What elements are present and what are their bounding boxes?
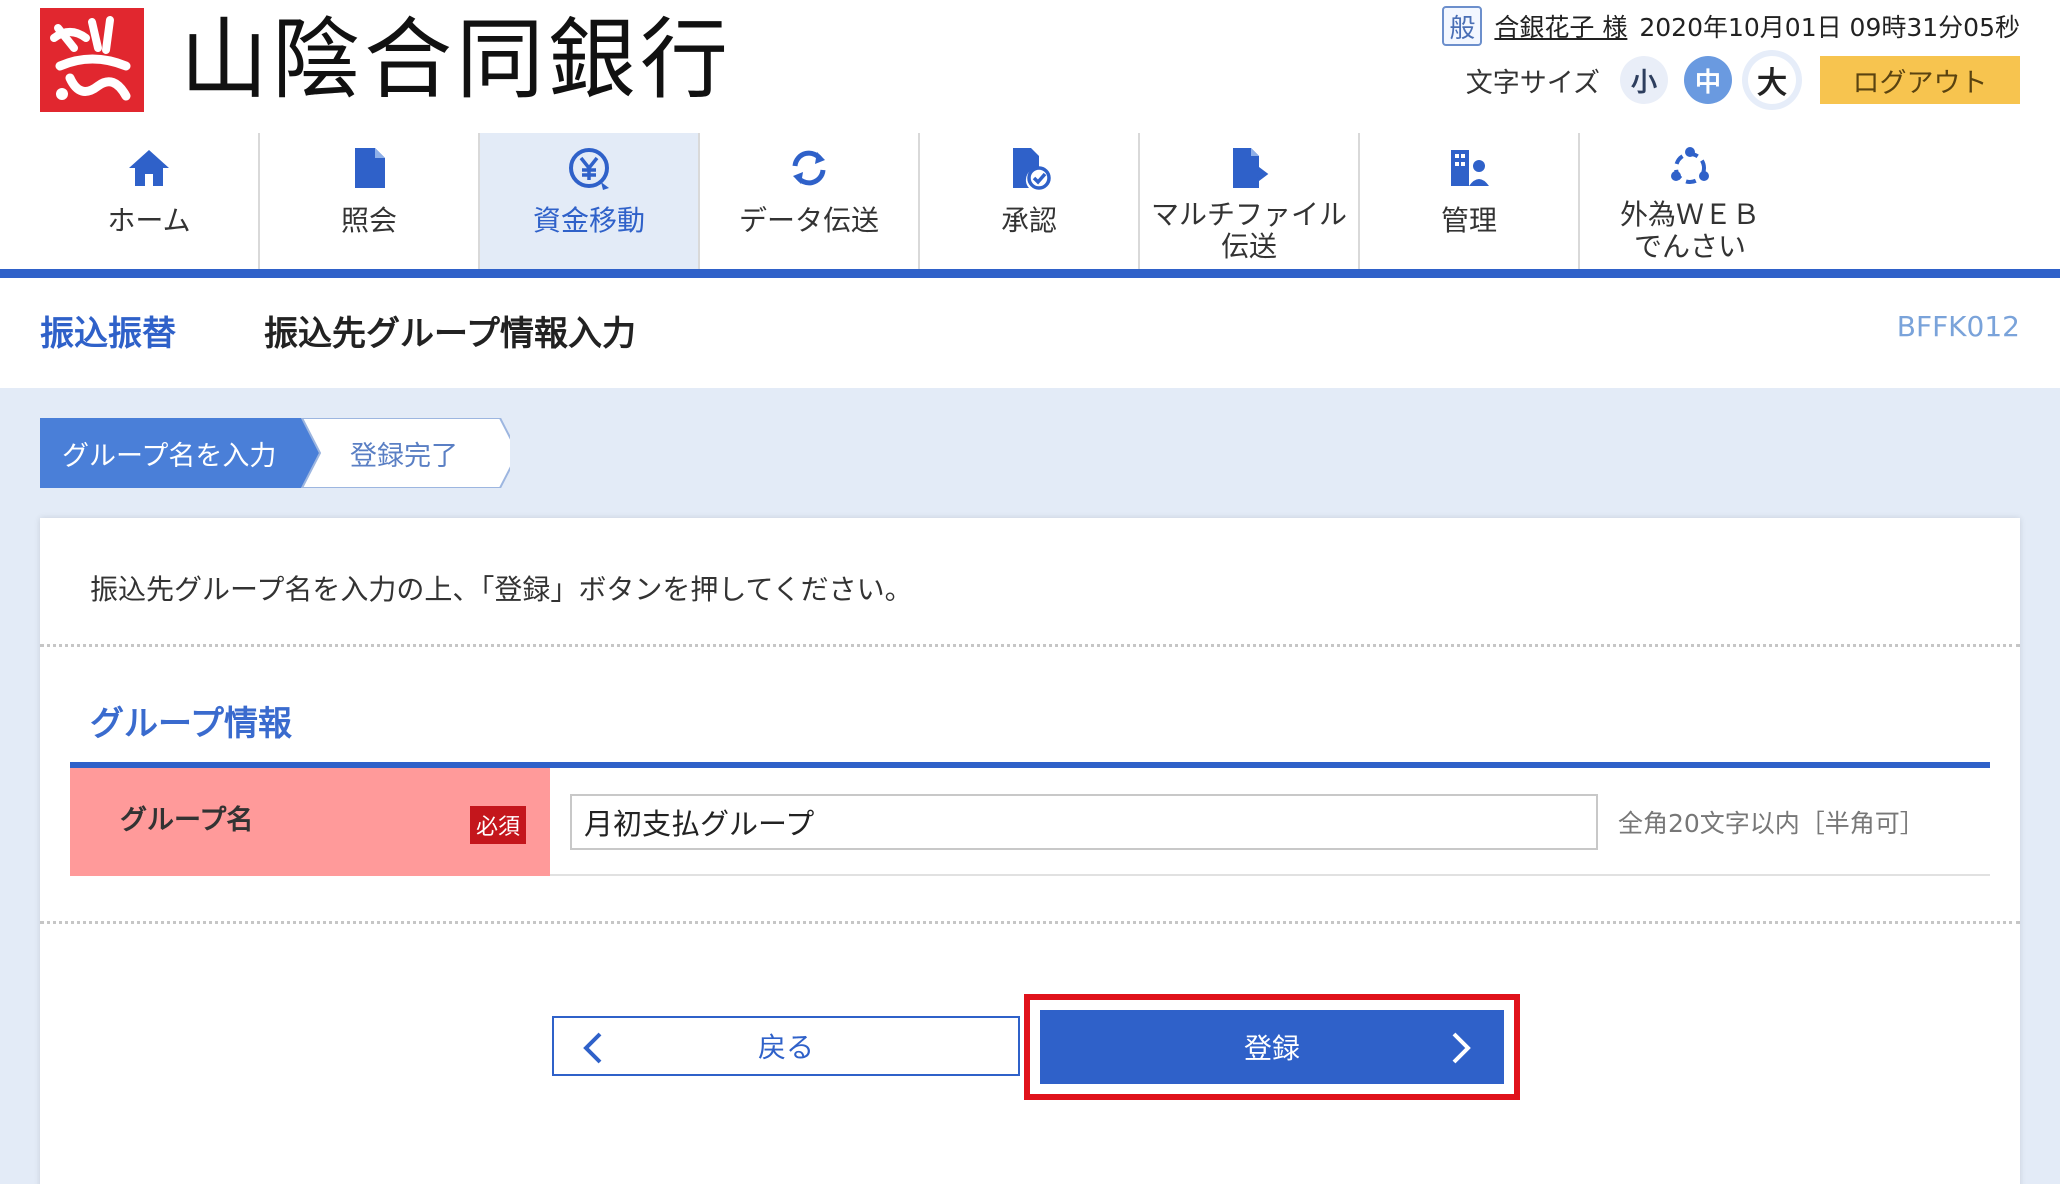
font-size-large-button[interactable]: 大 bbox=[1748, 56, 1796, 104]
table-row: グループ名 必須 全角20文字以内［半角可］ bbox=[70, 768, 1990, 876]
user-name-link[interactable]: 合銀花子 様 bbox=[1494, 8, 1627, 44]
field-input-cell: 全角20文字以内［半角可］ bbox=[550, 768, 1990, 874]
main-nav: ホーム 照会 資金移動 データ伝送 承認 マルチファイル 伝送 管理 外為ＷＥＢ… bbox=[40, 133, 2060, 270]
file-transfer-icon bbox=[1222, 141, 1276, 195]
section-title: グループ情報 bbox=[90, 704, 292, 744]
group-info-table: グループ名 必須 全角20文字以内［半角可］ bbox=[70, 762, 1990, 876]
approval-icon bbox=[1002, 141, 1056, 195]
font-size-controls: 文字サイズ 小 中 大 ログアウト bbox=[1466, 50, 2020, 110]
nav-label: 管理 bbox=[1440, 204, 1497, 237]
nav-label: ホーム bbox=[107, 204, 191, 237]
font-size-label: 文字サイズ bbox=[1465, 67, 1600, 99]
network-icon bbox=[1663, 141, 1717, 195]
nav-label: マルチファイル 伝送 bbox=[1150, 198, 1347, 263]
nav-item-approval[interactable]: 承認 bbox=[920, 133, 1140, 270]
group-name-input[interactable] bbox=[570, 794, 1598, 850]
font-size-medium-button[interactable]: 中 bbox=[1684, 56, 1732, 104]
step-next-label: 登録完了 bbox=[350, 440, 458, 472]
header: 山陰合同銀行 般 合銀花子 様 2020年10月01日 09時31分05秒 文字… bbox=[0, 0, 2060, 133]
nav-item-inquiry[interactable]: 照会 bbox=[260, 133, 480, 270]
page-title-bar: 振込振替 振込先グループ情報入力 BFFK012 bbox=[0, 278, 2060, 388]
document-icon bbox=[342, 141, 396, 195]
nav-label: 資金移動 bbox=[532, 204, 645, 237]
instruction-text: 振込先グループ名を入力の上、「登録」ボタンを押してください。 bbox=[90, 573, 913, 606]
nav-item-data-transmission[interactable]: データ伝送 bbox=[700, 133, 920, 270]
chevron-right-icon bbox=[1452, 1032, 1471, 1064]
page-title: 振込先グループ情報入力 bbox=[264, 314, 636, 354]
back-button-label: 戻る bbox=[757, 1031, 814, 1064]
nav-item-home[interactable]: ホーム bbox=[40, 133, 260, 270]
nav-item-fund-transfer[interactable]: 資金移動 bbox=[480, 133, 700, 270]
step-current-label: グループ名を入力 bbox=[62, 440, 277, 472]
section-name: 振込振替 bbox=[40, 314, 176, 354]
screen-id: BFFK012 bbox=[1896, 310, 2020, 343]
bank-name: 山陰合同銀行 bbox=[180, 8, 733, 111]
user-info: 般 合銀花子 様 2020年10月01日 09時31分05秒 bbox=[1442, 6, 2020, 46]
management-icon bbox=[1442, 141, 1496, 195]
nav-divider bbox=[0, 269, 2060, 278]
required-badge: 必須 bbox=[469, 806, 526, 844]
register-button[interactable]: 登録 bbox=[1040, 1010, 1504, 1084]
bank-logo-icon bbox=[40, 8, 144, 112]
font-size-small-button[interactable]: 小 bbox=[1620, 56, 1668, 104]
nav-label: 照会 bbox=[340, 204, 397, 237]
home-icon bbox=[122, 141, 176, 195]
back-button[interactable]: 戻る bbox=[552, 1016, 1020, 1076]
group-name-label: グループ名 bbox=[120, 805, 254, 836]
nav-item-management[interactable]: 管理 bbox=[1360, 133, 1580, 270]
logout-button[interactable]: ログアウト bbox=[1820, 56, 2020, 104]
yen-transfer-icon bbox=[562, 141, 616, 195]
step-indicator: グループ名を入力 登録完了 bbox=[40, 418, 510, 488]
divider bbox=[40, 644, 2020, 647]
main-content: グループ名を入力 登録完了 振込先グループ名を入力の上、「登録」ボタンを押してく… bbox=[0, 388, 2060, 1184]
nav-item-multi-file-transfer[interactable]: マルチファイル 伝送 bbox=[1140, 133, 1360, 270]
login-datetime: 2020年10月01日 09時31分05秒 bbox=[1639, 13, 2020, 42]
sync-icon bbox=[782, 141, 836, 195]
input-hint: 全角20文字以内［半角可］ bbox=[1618, 809, 1925, 838]
register-button-label: 登録 bbox=[1243, 1032, 1300, 1065]
nav-label: 外為ＷＥＢ でんさい bbox=[1619, 198, 1760, 263]
user-type-badge: 般 bbox=[1442, 6, 1483, 46]
divider bbox=[40, 921, 2020, 924]
nav-label: 承認 bbox=[1000, 204, 1057, 237]
form-card: 振込先グループ名を入力の上、「登録」ボタンを押してください。 グループ情報 グル… bbox=[40, 518, 2020, 1184]
field-label-cell: グループ名 必須 bbox=[70, 768, 550, 876]
nav-item-foreign-exchange[interactable]: 外為ＷＥＢ でんさい bbox=[1580, 133, 1800, 270]
nav-label: データ伝送 bbox=[738, 204, 879, 237]
chevron-left-icon bbox=[583, 1032, 602, 1064]
